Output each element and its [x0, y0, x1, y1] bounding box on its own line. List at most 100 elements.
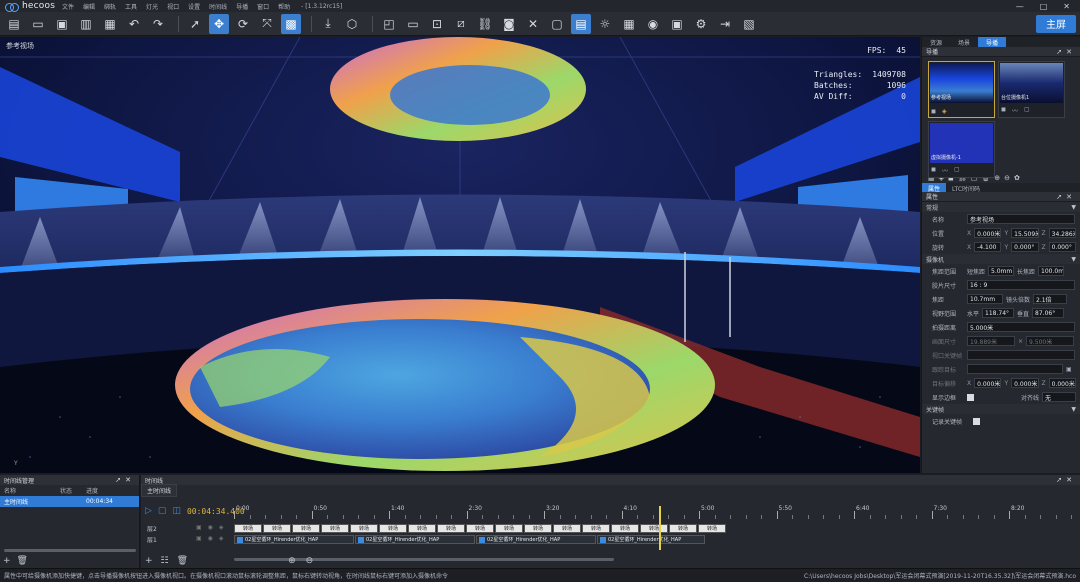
target-pick-icon[interactable]: ▣ [1066, 366, 1072, 373]
tab-assets[interactable]: 资源 [922, 37, 950, 47]
camera-icon[interactable]: ◼ [1001, 106, 1006, 115]
track-icon[interactable]: 〰 [942, 166, 948, 175]
pin-close-icons[interactable]: ➚✕ [1056, 48, 1076, 56]
fov-h-field[interactable]: 118.74° [982, 308, 1015, 318]
short-focal-field[interactable]: 5.0mm [988, 266, 1015, 276]
library-icon[interactable]: ▦ [100, 14, 120, 34]
track-icon[interactable]: 〰 [1012, 106, 1018, 115]
save-as-icon[interactable]: ▥ [76, 14, 96, 34]
playhead[interactable] [659, 506, 662, 550]
record-icon[interactable]: ◫ [172, 506, 181, 516]
monitor-icon[interactable]: ▢ [547, 14, 567, 34]
zoom-out-icon[interactable]: ⊖ [1004, 174, 1010, 182]
settings-icon[interactable]: ⚙ [691, 14, 711, 34]
add-timeline-icon[interactable]: + [3, 556, 11, 566]
transition-clip[interactable]: 转场 [292, 524, 320, 533]
horizontal-scrollbar[interactable] [4, 549, 136, 552]
column-status[interactable]: 状态 [60, 486, 86, 495]
transition-clip[interactable]: 转场 [466, 524, 494, 533]
transition-clip[interactable]: 转场 [350, 524, 378, 533]
select-icon[interactable]: ➚ [185, 14, 205, 34]
undo-icon[interactable]: ↶ [124, 14, 144, 34]
layers-icon[interactable]: ▤ [571, 13, 591, 34]
camera-thumb[interactable]: 虚拟摄像机-1 ◼ 〰 ▢ [928, 121, 995, 178]
tab-properties[interactable]: 属性 [922, 183, 947, 193]
menu-light[interactable]: 灯光 [146, 2, 158, 11]
tools-icon[interactable]: ✕ [523, 14, 543, 34]
link-icon[interactable]: ⛓ [475, 14, 495, 34]
zoom-in-icon[interactable]: ⊕ [994, 174, 1000, 182]
menu-window[interactable]: 窗口 [257, 2, 269, 11]
track-visibility-icons[interactable]: ▣◉◈ [196, 535, 230, 542]
maximize-icon[interactable]: □ [1040, 2, 1048, 11]
camera-thumb[interactable]: 参考视场 ◼ ◈ [928, 61, 995, 118]
video-clip[interactable]: 02星空循环_Hirender优化_HAP [476, 535, 596, 544]
align-select[interactable]: 无 [1042, 392, 1076, 402]
pos-x-field[interactable]: 0.000米 [974, 228, 1002, 238]
transition-clip[interactable]: 转场 [379, 524, 407, 533]
camera-icon[interactable]: ◙ [499, 14, 519, 34]
rotate-icon[interactable]: ⟳ [233, 14, 253, 34]
export-icon[interactable]: ⇥ [715, 14, 735, 34]
screen-icon[interactable]: ▭ [403, 14, 423, 34]
name-field[interactable]: 参考视场 [967, 214, 1075, 224]
bind-field[interactable] [967, 350, 1075, 360]
camera-icon[interactable]: ◼ [931, 166, 936, 175]
scale-icon[interactable]: ⤧ [257, 14, 277, 34]
camera-icon[interactable]: ◼ [931, 108, 936, 115]
pos-y-field[interactable]: 15.509米 [1011, 228, 1039, 238]
record-key-checkbox[interactable] [973, 417, 980, 425]
redo-icon[interactable]: ↷ [148, 14, 168, 34]
pin-close-icons[interactable]: ➚✕ [1056, 476, 1076, 484]
transition-clip[interactable]: 转场 [698, 524, 726, 533]
3d-viewport[interactable]: 参考视场 FPS: 45 Triangles: 1409708 Batches:… [0, 37, 920, 473]
track-settings-icon[interactable]: ☷ [161, 556, 169, 566]
transition-clip[interactable]: 转场 [321, 524, 349, 533]
tab-main-timeline[interactable]: 主时间线 [141, 483, 178, 497]
transition-clip[interactable]: 转场 [408, 524, 436, 533]
menu-tools[interactable]: 工具 [125, 2, 137, 11]
tab-ltc[interactable]: LTC时间码 [946, 183, 986, 193]
menu-bind[interactable]: 绑轨 [104, 2, 116, 11]
menu-file[interactable]: 文件 [62, 2, 74, 11]
menu-edit[interactable]: 编辑 [83, 2, 95, 11]
minimize-icon[interactable]: — [1016, 2, 1024, 11]
timeline-row[interactable]: 主时间线 00:04:34 [0, 496, 139, 507]
output-icon[interactable]: ▧ [739, 14, 759, 34]
long-focal-field[interactable]: 100.0mm [1038, 266, 1065, 276]
focus-icon[interactable]: ⊡ [427, 14, 447, 34]
open-folder-icon[interactable]: ▭ [28, 14, 48, 34]
rot-y-field[interactable]: 0.000° [1011, 242, 1039, 252]
pin-close-icons[interactable]: ➚✕ [1056, 193, 1076, 201]
delete-timeline-icon[interactable]: 🗑 [17, 556, 28, 566]
new-file-icon[interactable]: ▤ [4, 14, 24, 34]
video-clip[interactable]: 02星空循环_Hirender优化_HAP [355, 535, 475, 544]
menu-settings[interactable]: 设置 [188, 2, 200, 11]
camera-thumb[interactable]: 台位摄像机1 ◼ 〰 ▢ [998, 61, 1065, 118]
menu-director[interactable]: 导播 [236, 2, 248, 11]
import-icon[interactable]: ⤓ [318, 14, 338, 34]
copy-icon[interactable]: ▢ [1024, 106, 1030, 115]
transition-clip[interactable]: 转场 [234, 524, 262, 533]
play-icon[interactable]: ▷ [145, 506, 152, 516]
transition-clip[interactable]: 转场 [611, 524, 639, 533]
sensor-select[interactable]: 16 : 9 [967, 280, 1075, 290]
save-icon[interactable]: ▣ [52, 14, 72, 34]
view-mode-icon[interactable]: ◰ [379, 14, 399, 34]
render-icon[interactable]: ◉ [643, 14, 663, 34]
transition-clip[interactable]: 转场 [524, 524, 552, 533]
distance-field[interactable]: 5.000米 [967, 322, 1075, 332]
rot-z-field[interactable]: 0.000° [1048, 242, 1076, 252]
transition-clip[interactable]: 转场 [495, 524, 523, 533]
move-icon[interactable]: ✥ [209, 13, 229, 34]
add-track-icon[interactable]: + [145, 556, 153, 566]
track-visibility-icons[interactable]: ▣◉◈ [196, 524, 230, 531]
mask-icon[interactable]: ▦ [619, 14, 639, 34]
offset-z-field[interactable]: 0.000米 [1048, 378, 1076, 388]
group-basic[interactable]: 常规 ▼ [922, 202, 1080, 212]
grid-icon[interactable]: ▩ [281, 13, 301, 34]
tab-director[interactable]: 导播 [978, 37, 1007, 47]
fov-v-field[interactable]: 87.06° [1032, 308, 1065, 318]
workspace-button[interactable]: 主屏 [1036, 14, 1076, 33]
clip-icon[interactable]: ▣ [667, 14, 687, 34]
